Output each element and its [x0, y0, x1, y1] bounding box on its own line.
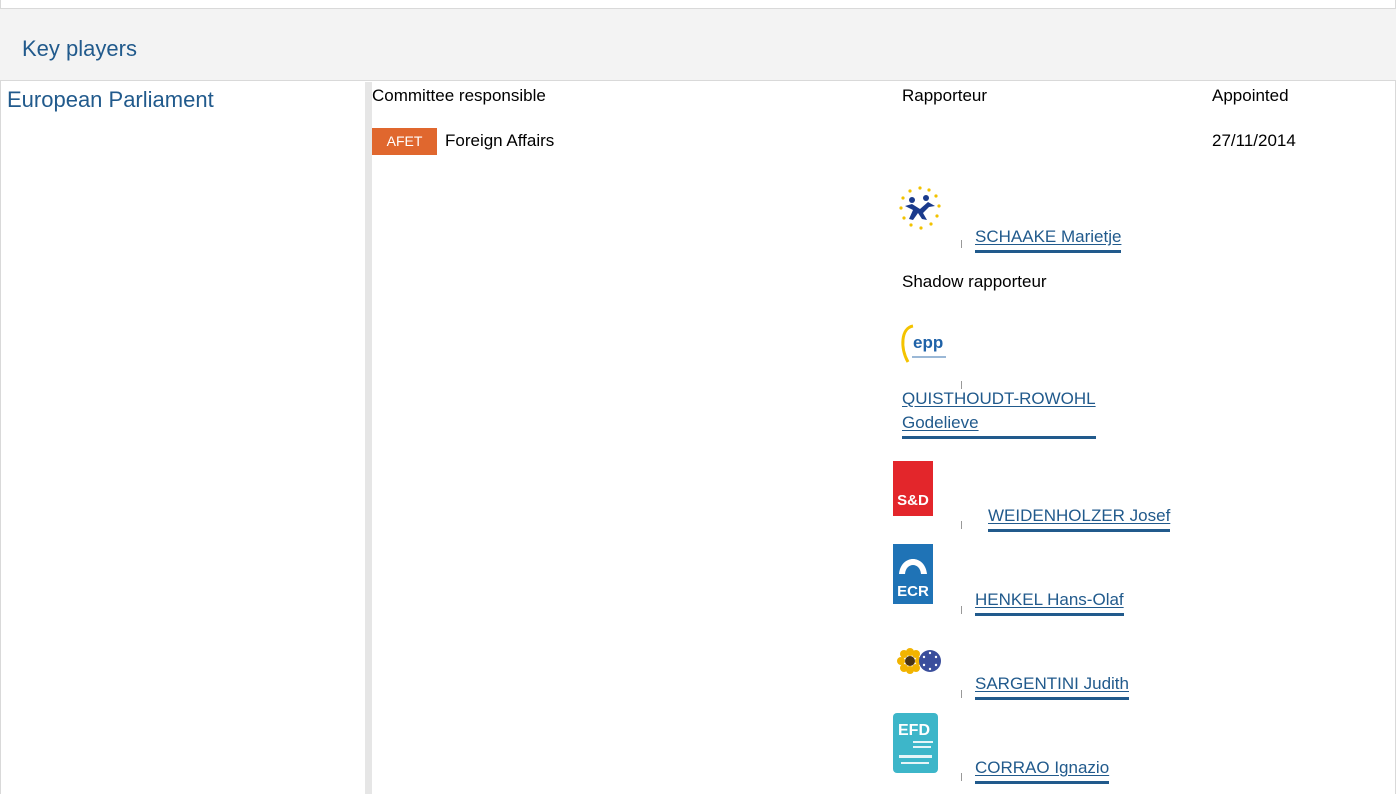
column-divider [365, 82, 372, 794]
institution-name: European Parliament [7, 87, 214, 112]
svg-text:epp: epp [913, 333, 943, 352]
ecr-logo-icon: ECR [893, 544, 933, 604]
key-players-panel [0, 0, 1396, 794]
greens-efa-logo-icon [897, 648, 941, 674]
committee-badge[interactable]: AFET [372, 128, 437, 155]
shadow-rapporteur-link-2[interactable]: WEIDENHOLZER Josef [988, 504, 1171, 532]
sd-logo-icon: S&D [893, 461, 933, 516]
svg-text:ECR: ECR [897, 583, 929, 600]
separator [961, 521, 962, 529]
appointed-date: 27/11/2014 [1212, 131, 1296, 150]
efdd-logo-icon: EFD [893, 713, 938, 773]
separator [961, 606, 962, 614]
shadow-rapporteur-label: Shadow rapporteur [902, 272, 1047, 291]
svg-text:EFD: EFD [898, 722, 930, 739]
committee-name: Foreign Affairs [445, 131, 555, 150]
epp-logo-icon: epp [901, 324, 946, 363]
shadow-rapporteur-link-3[interactable]: HENKEL Hans-Olaf [975, 588, 1124, 616]
separator [961, 690, 962, 698]
svg-text:S&D: S&D [897, 492, 929, 509]
shadow-rapporteur-link-1[interactable]: QUISTHOUDT-ROWOHL Godelieve [902, 387, 1096, 439]
committee-column-header: Committee responsible [372, 86, 546, 105]
separator [961, 240, 962, 248]
section-title: Key players [22, 36, 137, 61]
key-players-header [0, 8, 1396, 81]
alde-logo-icon [899, 186, 941, 230]
rapporteur-link[interactable]: SCHAAKE Marietje [975, 225, 1122, 253]
separator [961, 773, 962, 781]
appointed-column-header: Appointed [1212, 86, 1289, 105]
shadow-rapporteur-link-4[interactable]: SARGENTINI Judith [975, 672, 1129, 700]
rapporteur-column-header: Rapporteur [902, 86, 988, 105]
shadow-rapporteur-link-5[interactable]: CORRAO Ignazio [975, 756, 1110, 784]
